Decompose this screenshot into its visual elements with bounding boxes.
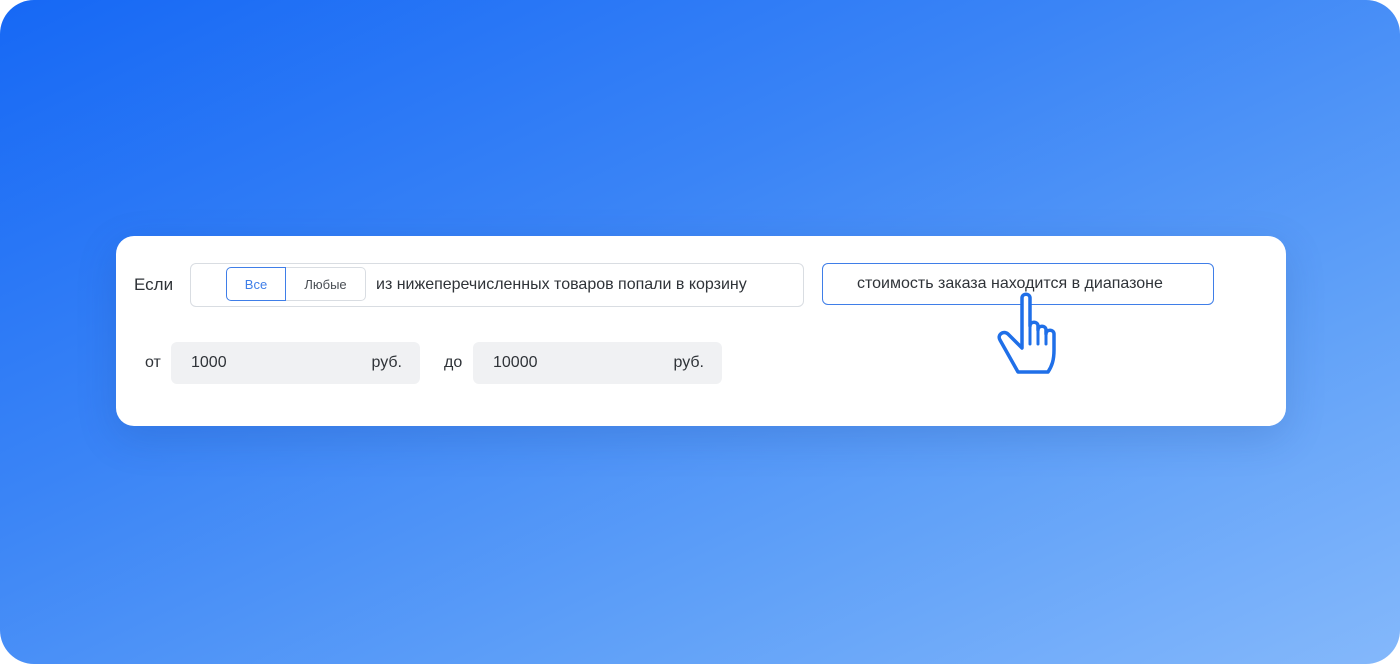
toggle-all[interactable]: Все — [226, 267, 286, 301]
quantifier-toggle: Все Любые — [226, 267, 366, 301]
rule-card: Если Все Любые из нижеперечисленных това… — [116, 236, 1286, 426]
from-label: от — [145, 354, 161, 371]
gradient-background: Если Все Любые из нижеперечисленных това… — [0, 0, 1400, 664]
to-amount-value: 10000 — [493, 354, 538, 371]
toggle-any[interactable]: Любые — [286, 267, 366, 301]
from-unit-label: руб. — [371, 354, 402, 371]
cart-condition-box[interactable]: Все Любые из нижеперечисленных товаров п… — [190, 263, 804, 307]
to-unit-label: руб. — [673, 354, 704, 371]
from-amount-value: 1000 — [191, 354, 227, 371]
hand-pointer-icon — [997, 292, 1056, 374]
cart-condition-text: из нижеперечисленных товаров попали в ко… — [376, 276, 747, 293]
to-amount-field[interactable]: 10000 руб. — [473, 342, 722, 384]
from-amount-field[interactable]: 1000 руб. — [171, 342, 420, 384]
to-label: до — [444, 354, 463, 371]
if-label: Если — [134, 275, 174, 294]
